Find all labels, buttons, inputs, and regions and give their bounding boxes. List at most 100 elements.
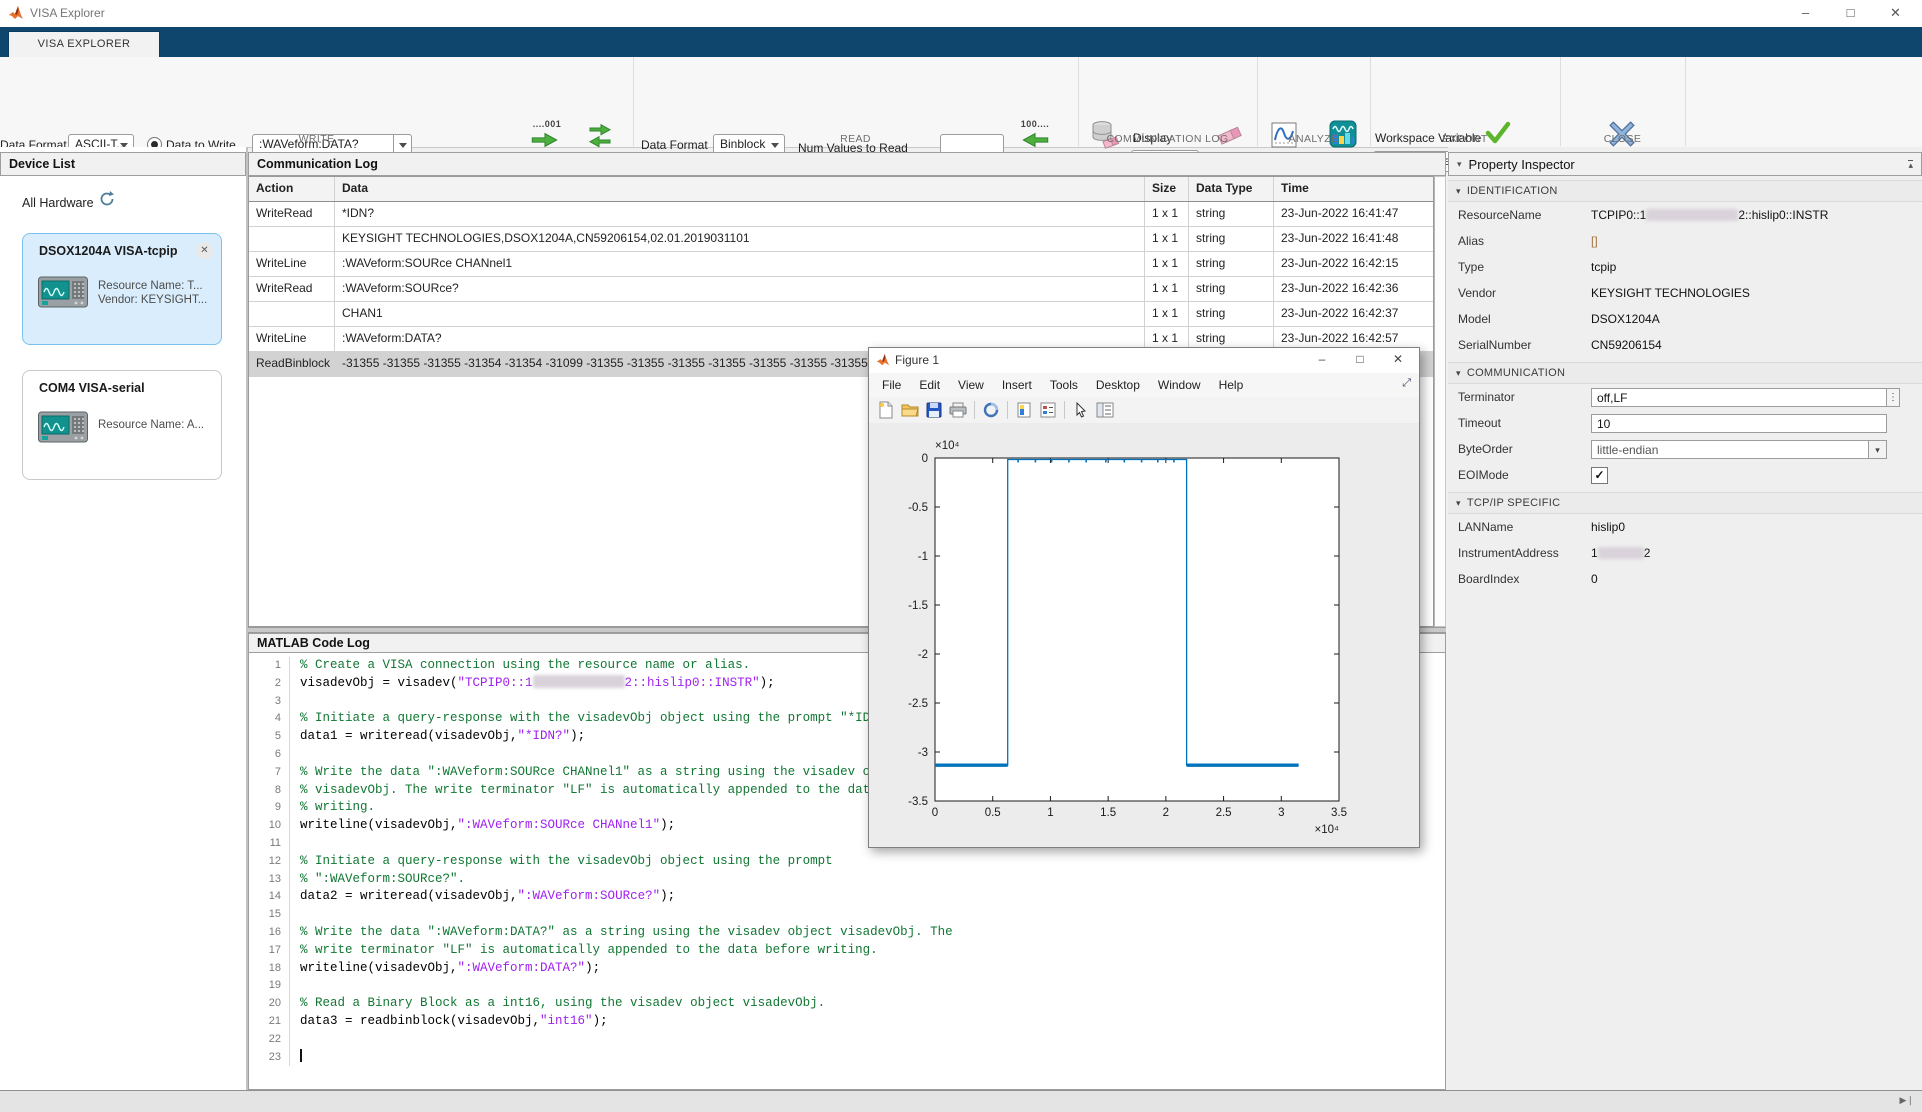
- line-number: 22: [249, 1031, 290, 1049]
- line-number: 12: [249, 853, 290, 871]
- column-size[interactable]: Size: [1145, 177, 1189, 201]
- figure-minimize-button[interactable]: –: [1305, 348, 1339, 372]
- open-file-icon[interactable]: [900, 400, 920, 420]
- menu-desktop[interactable]: Desktop: [1087, 378, 1149, 392]
- minimize-button[interactable]: –: [1783, 0, 1828, 27]
- cell-size: 1 x 1: [1145, 252, 1189, 276]
- code-line: 21data3 = readbinblock(visadevObj,"int16…: [249, 1013, 1445, 1031]
- svg-text:-2: -2: [918, 649, 928, 661]
- property-row-eoimode: EOIMode✓: [1448, 462, 1922, 488]
- property-value: 0: [1591, 572, 1922, 586]
- property-label: SerialNumber: [1448, 338, 1591, 352]
- terminator-input[interactable]: off,LF: [1591, 388, 1887, 407]
- device-resource-name: Resource Name: T...: [98, 280, 203, 292]
- refresh-icon[interactable]: [98, 190, 116, 213]
- menu-tools[interactable]: Tools: [1041, 378, 1087, 392]
- line-number: 2: [249, 675, 290, 693]
- property-row-instrumentaddress: InstrumentAddress12: [1448, 540, 1922, 566]
- menu-file[interactable]: File: [873, 378, 910, 392]
- svg-text:-1.5: -1.5: [908, 600, 928, 612]
- svg-text:-3.5: -3.5: [908, 796, 928, 808]
- property-value: off,LF⋮: [1591, 388, 1922, 407]
- device-card-com4[interactable]: COM4 VISA-serial Resource Name: A...: [22, 370, 222, 480]
- cell-time: 23-Jun-2022 16:41:47: [1274, 202, 1433, 226]
- tab-visa-explorer[interactable]: VISA EXPLORER: [8, 31, 160, 58]
- code-line: 17% write terminator "LF" is automatical…: [249, 942, 1445, 960]
- cell-time: 23-Jun-2022 16:42:37: [1274, 302, 1433, 326]
- cell-action: [249, 302, 335, 326]
- new-figure-icon[interactable]: [876, 400, 896, 420]
- table-row[interactable]: WriteRead:WAVeform:SOURce?1 x 1string23-…: [249, 277, 1433, 302]
- cell-action: WriteRead: [249, 277, 335, 301]
- horizontal-scrollbar[interactable]: ▶❘: [0, 1090, 1922, 1112]
- close-button[interactable]: ✕: [1873, 0, 1918, 27]
- all-hardware-label: All Hardware: [22, 196, 94, 210]
- device-close-icon[interactable]: ✕: [196, 242, 213, 259]
- figure-titlebar[interactable]: Figure 1 – □ ✕: [869, 348, 1419, 374]
- property-value: []: [1591, 234, 1922, 248]
- property-row-model: ModelDSOX1204A: [1448, 306, 1922, 332]
- code-line: 19: [249, 977, 1445, 995]
- cell-action: WriteRead: [249, 202, 335, 226]
- table-row[interactable]: WriteLine:WAVeform:SOURce CHANnel11 x 1s…: [249, 252, 1433, 277]
- ribbon-group-export: Workspace Variable visadev_data1 Export …: [1370, 57, 1561, 146]
- cell-size: 1 x 1: [1145, 277, 1189, 301]
- dropdown-arrow-icon: ▾: [1868, 441, 1886, 458]
- menu-edit[interactable]: Edit: [910, 378, 949, 392]
- property-row-boardindex: BoardIndex0: [1448, 566, 1922, 592]
- communication-log-scrollbar[interactable]: [1434, 176, 1446, 627]
- titlebar: VISA Explorer – □ ✕: [0, 0, 1922, 28]
- column-action[interactable]: Action: [249, 177, 335, 201]
- property-row-timeout: Timeout10: [1448, 410, 1922, 436]
- dock-figure-icon[interactable]: ⤢: [1402, 377, 1411, 390]
- column-data[interactable]: Data: [335, 177, 1145, 201]
- figure-close-button[interactable]: ✕: [1381, 348, 1415, 372]
- table-row[interactable]: CHAN11 x 1string23-Jun-2022 16:42:37: [249, 302, 1433, 327]
- property-inspector-header[interactable]: ▾ Property Inspector ▴: [1448, 152, 1922, 176]
- insert-colorbar-icon[interactable]: [1014, 400, 1034, 420]
- section-header[interactable]: ▾TCP/IP SPECIFIC: [1448, 492, 1922, 514]
- line-number: 14: [249, 888, 290, 906]
- column-data-type[interactable]: Data Type: [1189, 177, 1274, 201]
- scroll-right-icon[interactable]: ▶❘: [1900, 1095, 1914, 1106]
- print-icon[interactable]: [948, 400, 968, 420]
- section-header[interactable]: ▾COMMUNICATION: [1448, 362, 1922, 384]
- eoimode-checkbox[interactable]: ✓: [1591, 467, 1608, 484]
- byteorder-dropdown[interactable]: little-endian▾: [1591, 440, 1887, 459]
- svg-text:-1: -1: [918, 551, 928, 563]
- device-card-dsox1204a[interactable]: DSOX1204A VISA-tcpip ✕ Resource Name: T.…: [22, 233, 222, 345]
- menu-window[interactable]: Window: [1149, 378, 1210, 392]
- menu-view[interactable]: View: [949, 378, 993, 392]
- property-label: Vendor: [1448, 286, 1591, 300]
- menu-help[interactable]: Help: [1210, 378, 1253, 392]
- maximize-button[interactable]: □: [1828, 0, 1873, 27]
- svg-text:1: 1: [1047, 807, 1053, 819]
- figure-maximize-button[interactable]: □: [1343, 348, 1377, 372]
- ribbon: Data Format ASCII-T... Data Type string …: [0, 57, 1922, 148]
- table-row[interactable]: KEYSIGHT TECHNOLOGIES,DSOX1204A,CN592061…: [249, 227, 1433, 252]
- device-name: COM4 VISA-serial: [39, 381, 145, 395]
- table-row[interactable]: WriteRead*IDN?1 x 1string23-Jun-2022 16:…: [249, 202, 1433, 227]
- menu-insert[interactable]: Insert: [993, 378, 1041, 392]
- collapse-arrow-icon[interactable]: ▾: [1457, 159, 1462, 170]
- terminator-options-button[interactable]: ⋮: [1887, 388, 1900, 407]
- collapse-ribbon-button[interactable]: ▴: [1908, 160, 1913, 169]
- link-plot-icon[interactable]: [981, 400, 1001, 420]
- property-label: ByteOrder: [1448, 442, 1591, 456]
- section-collapse-icon: ▾: [1456, 368, 1461, 379]
- read-badge: 100....: [1015, 119, 1055, 129]
- edit-plot-pointer-icon[interactable]: [1071, 400, 1091, 420]
- figure-canvas[interactable]: 00.511.522.533.50-0.5-1-1.5-2-2.5-3-3.5×…: [869, 423, 1419, 847]
- code-line: 12% Initiate a query-response with the v…: [249, 853, 1445, 871]
- section-header[interactable]: ▾IDENTIFICATION: [1448, 180, 1922, 202]
- figure-window[interactable]: Figure 1 – □ ✕ FileEditViewInsertToolsDe…: [868, 347, 1420, 848]
- property-label: InstrumentAddress: [1448, 546, 1591, 560]
- save-icon[interactable]: [924, 400, 944, 420]
- code-line: 22: [249, 1031, 1445, 1049]
- plot-browser-icon[interactable]: [1095, 400, 1115, 420]
- timeout-input[interactable]: 10: [1591, 414, 1887, 433]
- insert-legend-icon[interactable]: [1038, 400, 1058, 420]
- property-row-serialnumber: SerialNumberCN59206154: [1448, 332, 1922, 358]
- code-line: 13% ":WAVeform:SOURce?".: [249, 871, 1445, 889]
- column-time[interactable]: Time: [1274, 177, 1433, 201]
